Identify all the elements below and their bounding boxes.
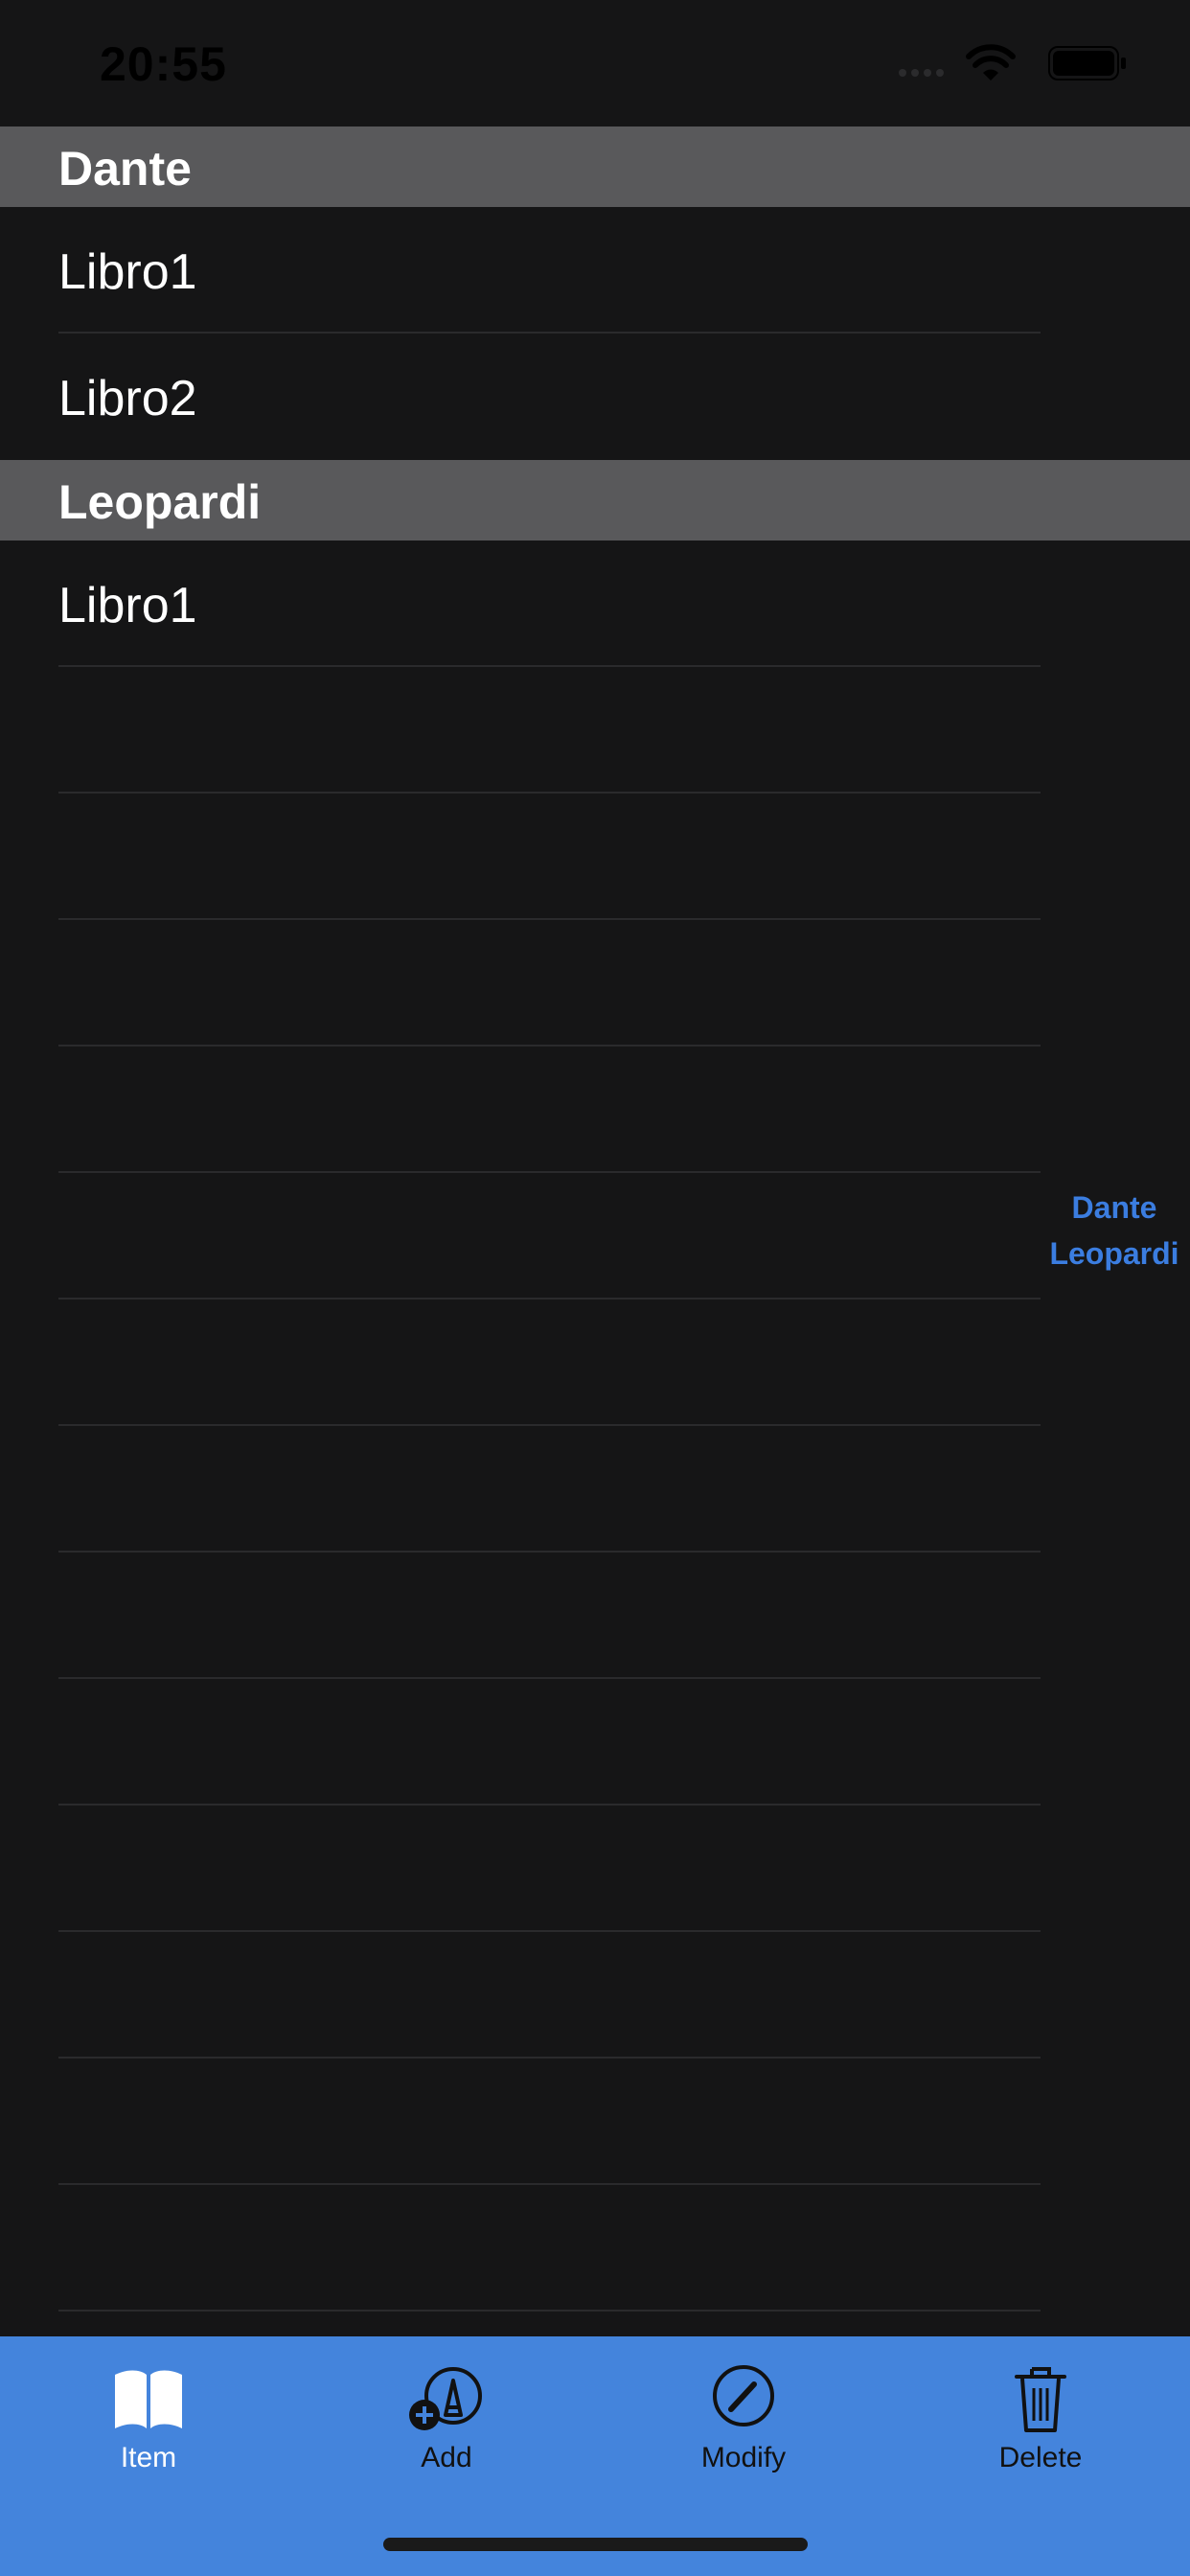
empty-row	[0, 1806, 1190, 1932]
list-item-label: Libro1	[58, 578, 197, 633]
section-header-leopardi: Leopardi	[0, 460, 1190, 540]
tab-delete[interactable]: Delete	[945, 2361, 1136, 2486]
list-item[interactable]: Libro2	[0, 334, 1190, 460]
trash-icon	[1015, 2367, 1066, 2432]
book-list: Dante Libro1 Libro2 Leopardi Libro1	[0, 126, 1190, 2312]
cellular-signal-icon	[899, 65, 945, 77]
screen: 20:55 Dante Libro1 Libro2 Leopardi Libro…	[0, 0, 1190, 2576]
battery-icon	[1048, 46, 1126, 80]
empty-row	[0, 1932, 1190, 2058]
tab-label: Item	[120, 2442, 177, 2473]
list-item[interactable]: Libro1	[0, 207, 1190, 334]
status-icons	[839, 44, 1127, 82]
list-item[interactable]: Libro1	[0, 540, 1190, 667]
empty-row	[0, 920, 1190, 1046]
empty-row	[0, 2058, 1190, 2185]
tab-label: Add	[421, 2442, 472, 2473]
list-item-label: Libro1	[58, 244, 197, 300]
status-time: 20:55	[100, 37, 227, 91]
empty-row	[0, 1426, 1190, 1552]
empty-row	[0, 2185, 1190, 2312]
section-header-dante: Dante	[0, 126, 1190, 207]
tab-label: Delete	[998, 2442, 1083, 2473]
wifi-icon	[966, 44, 1016, 80]
section-index-leopardi[interactable]: Leopardi	[1042, 1230, 1186, 1276]
empty-row	[0, 1300, 1190, 1426]
tab-modify[interactable]: Modify	[648, 2361, 839, 2486]
tab-item[interactable]: Item	[53, 2361, 244, 2486]
section-index-dante[interactable]: Dante	[1042, 1184, 1186, 1230]
empty-row	[0, 1046, 1190, 1173]
empty-row	[0, 1679, 1190, 1806]
home-indicator	[383, 2538, 808, 2551]
empty-row	[0, 794, 1190, 920]
empty-row	[0, 1552, 1190, 1679]
tab-add[interactable]: Add	[351, 2361, 542, 2486]
status-bar: 20:55	[0, 0, 1190, 126]
book-icon	[115, 2370, 182, 2428]
pencil-circle-icon	[713, 2365, 774, 2426]
empty-row	[0, 667, 1190, 794]
section-title: Dante	[58, 142, 192, 196]
list-item-label: Libro2	[58, 371, 197, 426]
add-pencil-icon	[409, 2367, 482, 2430]
empty-rows	[0, 667, 1190, 2312]
tab-label: Modify	[700, 2442, 787, 2473]
tab-bar: Item Add Modify Delete	[0, 2336, 1190, 2576]
section-index[interactable]: Dante Leopardi	[1042, 1184, 1186, 1276]
section-title: Leopardi	[58, 475, 262, 529]
empty-row	[0, 1173, 1190, 1300]
